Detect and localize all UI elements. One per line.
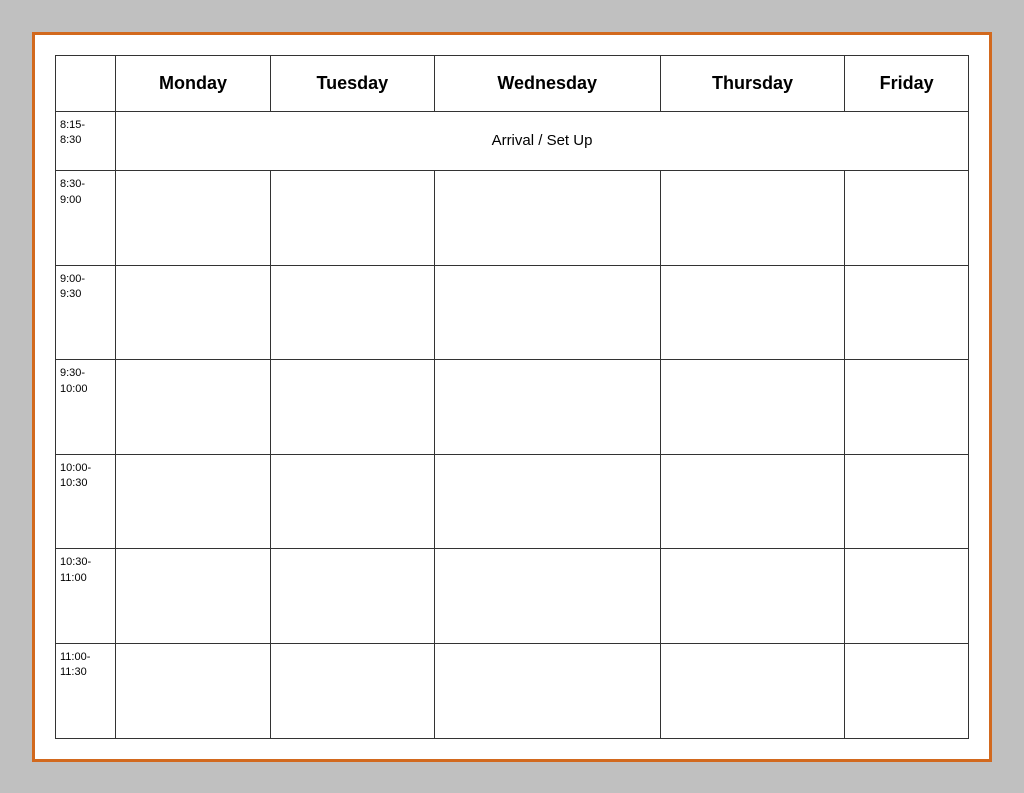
content-cell-4-0: [116, 454, 271, 549]
content-cell-5-2: [434, 549, 660, 644]
content-cell-2-3: [660, 265, 844, 360]
content-cell-6-3: [660, 643, 844, 738]
content-cell-5-1: [271, 549, 434, 644]
header-wednesday: Wednesday: [434, 55, 660, 111]
content-cell-1-3: [660, 171, 844, 266]
content-cell-3-2: [434, 360, 660, 455]
time-cell-3: 9:30- 10:00: [56, 360, 116, 455]
content-cell-4-2: [434, 454, 660, 549]
time-cell-4: 10:00- 10:30: [56, 454, 116, 549]
content-cell-6-0: [116, 643, 271, 738]
schedule-table: Monday Tuesday Wednesday Thursday Friday…: [55, 55, 969, 739]
content-cell-3-1: [271, 360, 434, 455]
time-cell-arrival: 8:15- 8:30: [56, 111, 116, 171]
table-row: 9:00- 9:30: [56, 265, 969, 360]
page: Monday Tuesday Wednesday Thursday Friday…: [32, 32, 992, 762]
table-row: 10:00- 10:30: [56, 454, 969, 549]
content-cell-5-3: [660, 549, 844, 644]
header-friday: Friday: [845, 55, 969, 111]
arrival-cell: Arrival / Set Up: [116, 111, 969, 171]
content-cell-5-4: [845, 549, 969, 644]
header-monday: Monday: [116, 55, 271, 111]
time-cell-6: 11:00- 11:30: [56, 643, 116, 738]
content-cell-3-4: [845, 360, 969, 455]
content-cell-6-4: [845, 643, 969, 738]
content-cell-6-2: [434, 643, 660, 738]
content-cell-5-0: [116, 549, 271, 644]
content-cell-3-3: [660, 360, 844, 455]
content-cell-1-2: [434, 171, 660, 266]
time-cell-2: 9:00- 9:30: [56, 265, 116, 360]
table-row: 11:00- 11:30: [56, 643, 969, 738]
table-row: 8:30- 9:00: [56, 171, 969, 266]
table-row: 8:15- 8:30Arrival / Set Up: [56, 111, 969, 171]
time-cell-1: 8:30- 9:00: [56, 171, 116, 266]
time-cell-5: 10:30- 11:00: [56, 549, 116, 644]
content-cell-4-3: [660, 454, 844, 549]
header-thursday: Thursday: [660, 55, 844, 111]
table-row: 10:30- 11:00: [56, 549, 969, 644]
content-cell-2-2: [434, 265, 660, 360]
content-cell-2-1: [271, 265, 434, 360]
content-cell-4-4: [845, 454, 969, 549]
content-cell-1-4: [845, 171, 969, 266]
table-row: 9:30- 10:00: [56, 360, 969, 455]
header-time: [56, 55, 116, 111]
content-cell-4-1: [271, 454, 434, 549]
header-tuesday: Tuesday: [271, 55, 434, 111]
content-cell-2-0: [116, 265, 271, 360]
content-cell-3-0: [116, 360, 271, 455]
content-cell-1-1: [271, 171, 434, 266]
content-cell-1-0: [116, 171, 271, 266]
content-cell-2-4: [845, 265, 969, 360]
content-cell-6-1: [271, 643, 434, 738]
